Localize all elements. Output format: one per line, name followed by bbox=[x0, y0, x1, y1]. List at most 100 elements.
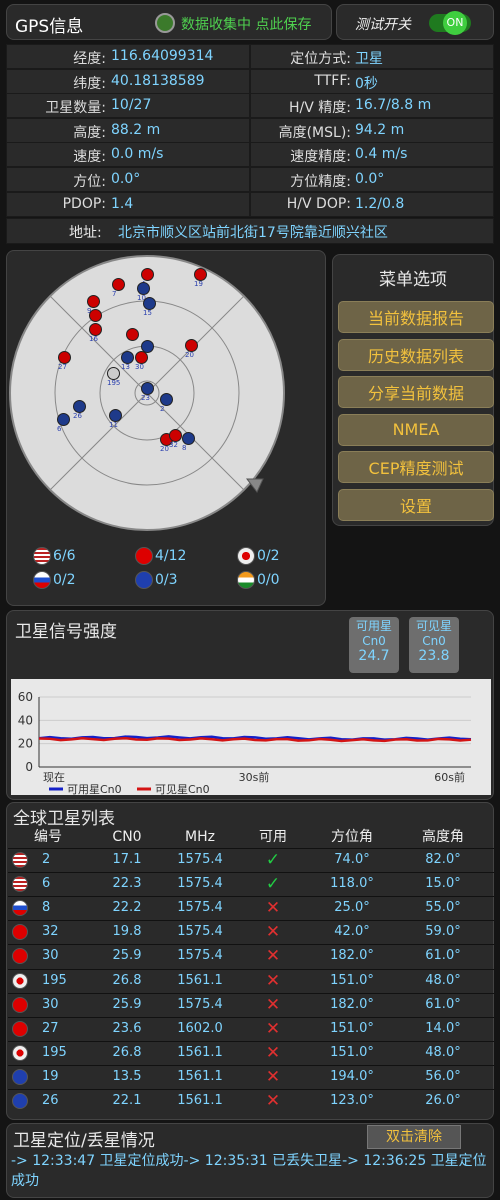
signal-chart: 60 40 20 0 现在 30s前 60s前可用星Cn0 可见星Cn0 bbox=[11, 679, 491, 796]
table-row[interactable]: 27 23.6 1602.0 ✕ 151.0° 14.0° bbox=[8, 1016, 494, 1040]
in-flag-icon bbox=[237, 571, 255, 589]
table-row[interactable]: 8 22.2 1575.4 ✕ 25.0° 55.0° bbox=[8, 896, 494, 919]
cell-mhz: 1575.4 bbox=[177, 924, 223, 940]
sat-id: 30 bbox=[42, 996, 59, 1012]
column-header: CN0 bbox=[112, 829, 142, 845]
info-label: 方位: bbox=[73, 174, 106, 190]
table-row[interactable]: 30 25.9 1575.4 ✕ 182.0° 61.0° bbox=[8, 992, 494, 1016]
column-header: 高度角 bbox=[422, 829, 464, 845]
sat-id: 30 bbox=[42, 948, 59, 964]
table-header: 编号 CN0 MHz 可用 方位角 高度角 bbox=[8, 826, 494, 848]
legend-count: 6/6 bbox=[53, 548, 76, 564]
sat-id: 8 bbox=[42, 900, 51, 916]
info-label: 定位方式: bbox=[290, 51, 351, 67]
clear-log-button[interactable]: 双击清除 bbox=[367, 1125, 461, 1149]
log-title: 卫星定位/丢星情况 bbox=[13, 1131, 155, 1151]
legend-count: 0/3 bbox=[155, 572, 178, 588]
signal-title: 卫星信号强度 bbox=[15, 622, 117, 642]
cell-el: 14.0° bbox=[425, 1020, 461, 1036]
satellite-marker-icon bbox=[126, 328, 139, 341]
legend-visible-label: 可见星Cn0 bbox=[155, 783, 210, 796]
info-cell: 速度: 0.0 m/s bbox=[6, 142, 250, 168]
menu-item-button[interactable]: 当前数据报告 bbox=[338, 301, 494, 333]
cell-az: 182.0° bbox=[330, 948, 374, 964]
cell-cn0: 17.1 bbox=[112, 852, 142, 867]
y-tick-label: 0 bbox=[25, 760, 33, 774]
cell-mhz: 1575.4 bbox=[177, 948, 223, 964]
used-cn0-box: 可用星 Cn0 24.7 bbox=[349, 617, 399, 673]
sky-plot-panel: 419710159163201330271952322661120328 6/6… bbox=[6, 250, 326, 606]
cell-cn0: 25.9 bbox=[112, 948, 142, 964]
collect-save-button[interactable]: 数据收集中 点此保存 bbox=[181, 14, 311, 34]
info-cell: 方位精度: 0.0° bbox=[250, 167, 494, 192]
us-flag-icon bbox=[33, 547, 51, 565]
table-row[interactable]: 30 25.9 1575.4 ✕ 182.0° 61.0° bbox=[8, 944, 494, 967]
column-header: 方位角 bbox=[331, 829, 373, 845]
cross-icon: ✕ bbox=[265, 994, 281, 1015]
satellite-id-label: 8 bbox=[182, 444, 187, 452]
info-label: 速度: bbox=[73, 149, 106, 166]
cell-mhz: 1575.4 bbox=[177, 852, 223, 867]
satellite-id-label: 195 bbox=[107, 379, 121, 387]
cell-el: 55.0° bbox=[425, 900, 461, 916]
info-value: 0.0 m/s bbox=[111, 146, 164, 163]
cell-az: 151.0° bbox=[330, 1020, 374, 1036]
cell-mhz: 1561.1 bbox=[177, 972, 223, 988]
info-cell: 速度精度: 0.4 m/s bbox=[250, 142, 494, 168]
cell-mhz: 1602.0 bbox=[177, 1020, 223, 1036]
cn-flag-icon bbox=[12, 996, 28, 1013]
satellite-id-label: 6 bbox=[57, 425, 62, 433]
cell-az: 123.0° bbox=[330, 1093, 374, 1108]
cell-el: 26.0° bbox=[425, 1093, 461, 1108]
satellite-id-label: 11 bbox=[109, 421, 118, 429]
menu-item-button[interactable]: 历史数据列表 bbox=[338, 338, 494, 371]
cell-el: 56.0° bbox=[425, 1068, 461, 1084]
table-row[interactable]: 26 22.1 1561.1 ✕ 123.0° 26.0° bbox=[8, 1089, 494, 1112]
menu-item-button[interactable]: CEP精度测试 bbox=[338, 451, 494, 483]
jp-flag-icon bbox=[12, 1044, 28, 1061]
legend-count: 0/2 bbox=[257, 548, 280, 564]
test-switch-label: 测试开关 bbox=[355, 17, 411, 33]
cn-flag-icon bbox=[12, 948, 28, 965]
sat-id: 195 bbox=[42, 1044, 67, 1060]
address-label: 地址: bbox=[69, 225, 102, 241]
cell-el: 82.0° bbox=[425, 852, 461, 867]
info-cell: TTFF: 0秒 bbox=[250, 68, 494, 94]
jp-flag-icon bbox=[237, 547, 255, 565]
table-row[interactable]: 32 19.8 1575.4 ✕ 42.0° 59.0° bbox=[8, 920, 494, 943]
table-row[interactable]: 195 26.8 1561.1 ✕ 151.0° 48.0° bbox=[8, 968, 494, 992]
satellite-marker-icon bbox=[89, 309, 102, 322]
menu-item-button[interactable]: 设置 bbox=[338, 488, 494, 521]
collect-indicator-icon[interactable] bbox=[155, 13, 175, 33]
cell-az: 151.0° bbox=[330, 972, 374, 988]
table-row[interactable]: 19 13.5 1561.1 ✕ 194.0° 56.0° bbox=[8, 1064, 494, 1088]
legend-count: 0/0 bbox=[257, 572, 280, 588]
info-value: 1.2/0.8 bbox=[355, 195, 405, 212]
cell-el: 48.0° bbox=[425, 972, 461, 988]
visible-sub: Cn0 bbox=[422, 634, 446, 648]
y-tick-label: 20 bbox=[18, 737, 33, 751]
satellite-id-label: 27 bbox=[58, 363, 67, 371]
menu-item-button[interactable]: 分享当前数据 bbox=[338, 376, 494, 408]
info-value: 0.0° bbox=[355, 171, 385, 187]
satellite-id-label: 19 bbox=[194, 280, 203, 288]
satellite-id-label: 20 bbox=[185, 351, 194, 359]
cell-az: 151.0° bbox=[330, 1044, 374, 1060]
cell-mhz: 1561.1 bbox=[177, 1068, 223, 1084]
info-value: 1.4 bbox=[111, 195, 134, 212]
table-row[interactable]: 195 26.8 1561.1 ✕ 151.0° 48.0° bbox=[8, 1040, 494, 1064]
sat-id: 26 bbox=[42, 1093, 59, 1108]
info-value: 0秒 bbox=[355, 75, 378, 92]
cross-icon: ✕ bbox=[265, 1091, 281, 1111]
cell-el: 59.0° bbox=[425, 924, 461, 940]
table-row[interactable]: 6 22.3 1575.4 ✓ 118.0° 15.0° bbox=[8, 872, 494, 895]
satellite-id-label: 26 bbox=[73, 412, 82, 420]
cell-el: 15.0° bbox=[425, 876, 461, 892]
cell-mhz: 1561.1 bbox=[177, 1093, 223, 1108]
satellite-id-label: 23 bbox=[141, 394, 150, 402]
menu-item-button[interactable]: NMEA bbox=[338, 413, 494, 446]
info-cell: 方位: 0.0° bbox=[6, 167, 250, 192]
table-row[interactable]: 2 17.1 1575.4 ✓ 74.0° 82.0° bbox=[8, 848, 494, 871]
cell-cn0: 13.5 bbox=[112, 1068, 142, 1084]
cross-icon: ✕ bbox=[265, 1066, 281, 1087]
